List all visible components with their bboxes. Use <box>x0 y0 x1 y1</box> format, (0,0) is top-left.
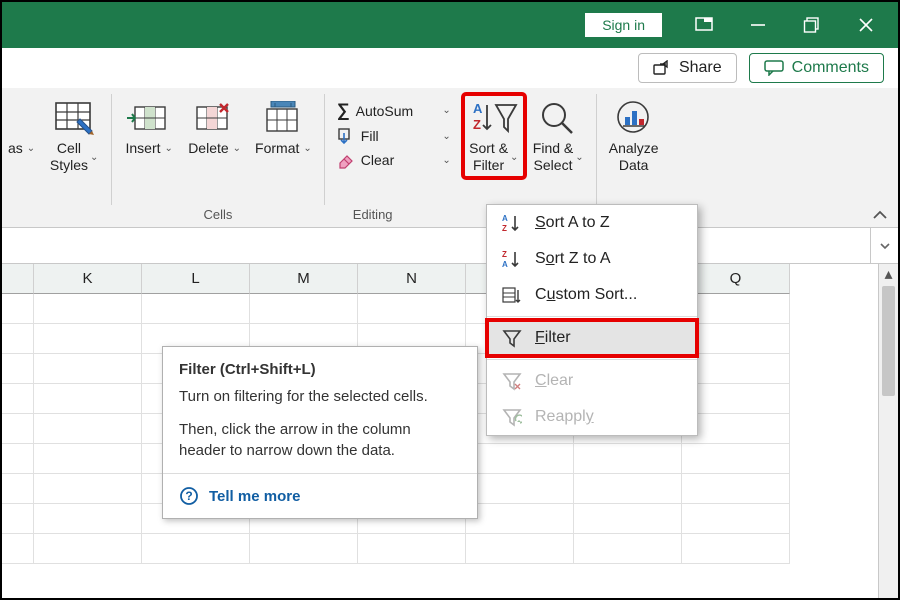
tell-me-more-link[interactable]: ? Tell me more <box>163 473 477 518</box>
analyze-data-button[interactable]: Analyze Data <box>603 94 665 178</box>
titlebar: Sign in <box>2 2 898 48</box>
menu-sort-za[interactable]: ZA Sort Z to A <box>487 241 697 277</box>
tell-me-more-label: Tell me more <box>209 488 300 505</box>
minimize-button[interactable] <box>732 2 784 48</box>
maximize-button[interactable] <box>786 2 838 48</box>
cell-styles-icon <box>54 98 94 138</box>
share-label: Share <box>679 59 722 77</box>
comments-label: Comments <box>792 59 869 77</box>
funnel-clear-icon <box>501 371 523 391</box>
help-icon: ? <box>179 486 199 506</box>
truncated-button[interactable]: as⌄ <box>2 94 41 161</box>
signin-button[interactable]: Sign in <box>585 13 662 37</box>
svg-text:Z: Z <box>473 117 481 132</box>
menu-clear-filter: Clear <box>487 363 697 399</box>
delete-cells-icon <box>193 98 237 138</box>
editing-group-label: Editing <box>353 207 393 225</box>
fill-button[interactable]: Fill ⌄ <box>331 125 457 147</box>
sigma-icon: ∑ <box>337 100 350 121</box>
menu-reapply: Reapply <box>487 399 697 435</box>
expand-formula-bar-icon[interactable] <box>870 228 898 263</box>
analyze-data-icon <box>613 98 655 138</box>
sort-az-icon: AZ <box>501 213 523 233</box>
svg-text:?: ? <box>185 489 192 503</box>
fill-label: Fill <box>361 128 379 144</box>
funnel-reapply-icon <box>501 407 523 427</box>
eraser-icon <box>337 151 355 169</box>
menu-custom-sort[interactable]: Custom Sort... <box>487 277 697 313</box>
formula-bar[interactable] <box>2 228 898 264</box>
filter-tooltip: Filter (Ctrl+Shift+L) Turn on filtering … <box>162 346 478 519</box>
share-icon <box>653 60 671 76</box>
ribbon-display-options-icon[interactable] <box>678 2 730 48</box>
custom-sort-icon <box>501 285 523 305</box>
menu-sort-az[interactable]: AZ Sort A to Z <box>487 205 697 241</box>
tooltip-title: Filter (Ctrl+Shift+L) <box>179 361 461 378</box>
menu-label: Sort A to Z <box>535 214 610 232</box>
cells-group: Insert⌄ Delete⌄ Format⌄ Cells <box>114 88 322 227</box>
collapse-ribbon-icon[interactable] <box>872 209 888 221</box>
format-cells-icon <box>261 98 305 138</box>
clear-button[interactable]: Clear ⌄ <box>331 149 457 171</box>
cells-group-label: Cells <box>204 207 233 225</box>
close-button[interactable] <box>840 2 892 48</box>
scroll-up-icon[interactable]: ▴ <box>879 264 898 284</box>
insert-button[interactable]: Insert⌄ <box>118 94 180 161</box>
format-button[interactable]: Format⌄ <box>249 94 318 161</box>
vertical-scrollbar[interactable]: ▴ <box>878 264 898 598</box>
menu-label: Custom Sort... <box>535 286 637 304</box>
svg-text:A: A <box>502 214 508 223</box>
column-header[interactable]: K <box>34 264 142 294</box>
delete-button[interactable]: Delete⌄ <box>182 94 247 161</box>
fill-down-icon <box>337 127 355 145</box>
column-header[interactable]: M <box>250 264 358 294</box>
clear-label: Clear <box>361 152 394 168</box>
styles-group-truncated: as⌄ Cell Styles ⌄ <box>2 88 109 227</box>
sort-filter-button[interactable]: A Z Sort & Filter ⌄ <box>463 94 525 178</box>
share-button[interactable]: Share <box>638 53 737 83</box>
svg-text:A: A <box>502 260 508 269</box>
column-header[interactable] <box>2 264 34 294</box>
svg-text:Z: Z <box>502 250 507 259</box>
menu-label: Reapply <box>535 408 594 426</box>
sort-za-icon: ZA <box>501 249 523 269</box>
svg-text:Z: Z <box>502 224 507 233</box>
insert-cells-icon <box>127 98 171 138</box>
sort-filter-menu: AZ Sort A to Z ZA Sort Z to A Custom Sor… <box>486 204 698 436</box>
sort-filter-icon: A Z <box>470 98 518 138</box>
column-header[interactable]: N <box>358 264 466 294</box>
menu-label: Sort Z to A <box>535 250 611 268</box>
menu-label: Clear <box>535 372 573 390</box>
comments-button[interactable]: Comments <box>749 53 884 83</box>
comment-icon <box>764 60 784 76</box>
find-select-button[interactable]: Find & Select ⌄ <box>527 94 590 178</box>
column-headers: K L M N O P Q <box>2 264 898 294</box>
menu-label: Filter <box>535 329 571 347</box>
tooltip-body: Then, click the arrow in the column head… <box>179 419 461 461</box>
autosum-button[interactable]: ∑ AutoSum ⌄ <box>331 98 457 123</box>
column-header[interactable]: L <box>142 264 250 294</box>
menu-filter[interactable]: Filter <box>487 320 697 356</box>
cell-styles-button[interactable]: Cell Styles ⌄ <box>43 94 105 178</box>
ribbon-home: as⌄ Cell Styles ⌄ Insert⌄ <box>2 88 898 228</box>
svg-text:A: A <box>473 101 483 116</box>
tooltip-body: Turn on filtering for the selected cells… <box>179 386 461 407</box>
collab-bar: Share Comments <box>2 48 898 88</box>
funnel-icon <box>501 328 523 348</box>
autosum-label: AutoSum <box>356 103 414 119</box>
column-header[interactable]: Q <box>682 264 790 294</box>
magnifier-icon <box>538 98 578 138</box>
scroll-thumb[interactable] <box>882 286 895 396</box>
